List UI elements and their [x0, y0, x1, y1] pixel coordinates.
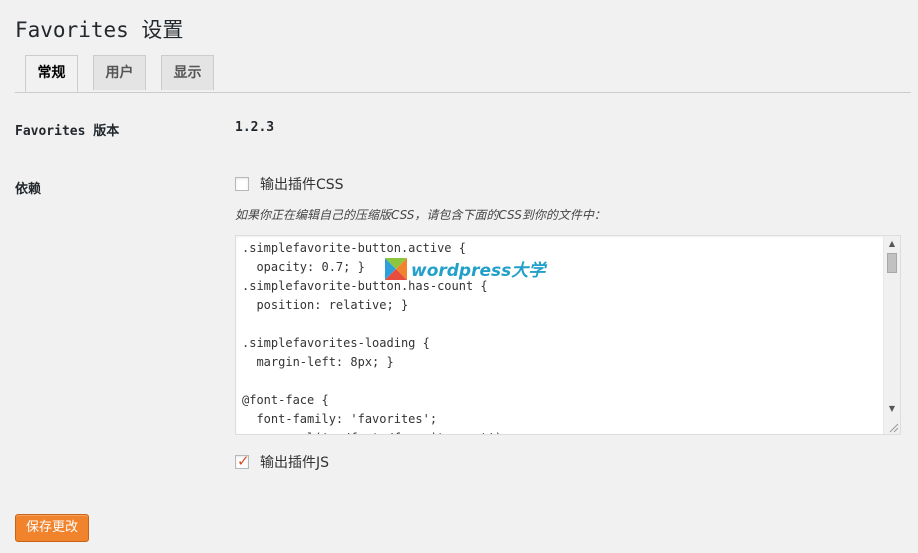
output-js-option: ✓ 输出插件JS	[235, 452, 329, 472]
scroll-up-arrow-icon[interactable]: ▲	[884, 237, 900, 251]
version-value: 1.2.3	[235, 120, 275, 135]
output-js-label[interactable]: 输出插件JS	[260, 452, 329, 472]
watermark: wordpress大学	[385, 256, 545, 281]
settings-tabs: 常规 用户 显示	[15, 55, 911, 93]
tab-general[interactable]: 常规	[25, 55, 78, 92]
output-css-label[interactable]: 输出插件CSS	[260, 174, 344, 194]
output-css-checkbox[interactable]	[235, 177, 249, 191]
tab-users[interactable]: 用户	[93, 55, 146, 90]
checkmark-icon: ✓	[237, 452, 250, 470]
watermark-text: wordpress大学	[411, 261, 546, 281]
scroll-thumb[interactable]	[887, 253, 897, 273]
output-css-option: 输出插件CSS	[235, 174, 344, 194]
css-description: 如果你正在编辑自己的压缩版CSS，请包含下面的CSS到你的文件中：	[235, 208, 606, 222]
page-title: Favorites 设置	[15, 18, 184, 42]
resize-grip-icon[interactable]	[887, 421, 899, 433]
watermark-logo-icon	[385, 257, 407, 280]
tab-display[interactable]: 显示	[161, 55, 214, 90]
version-label: Favorites 版本	[15, 124, 120, 139]
css-textarea[interactable]: .simplefavorite-button.active { opacity:…	[235, 235, 901, 435]
dependencies-label: 依赖	[15, 182, 42, 197]
save-changes-button[interactable]: 保存更改	[15, 514, 89, 542]
output-js-checkbox[interactable]: ✓	[235, 452, 250, 470]
scroll-down-arrow-icon[interactable]: ▼	[884, 402, 900, 416]
textarea-scrollbar[interactable]: ▲ ▼	[883, 236, 900, 434]
